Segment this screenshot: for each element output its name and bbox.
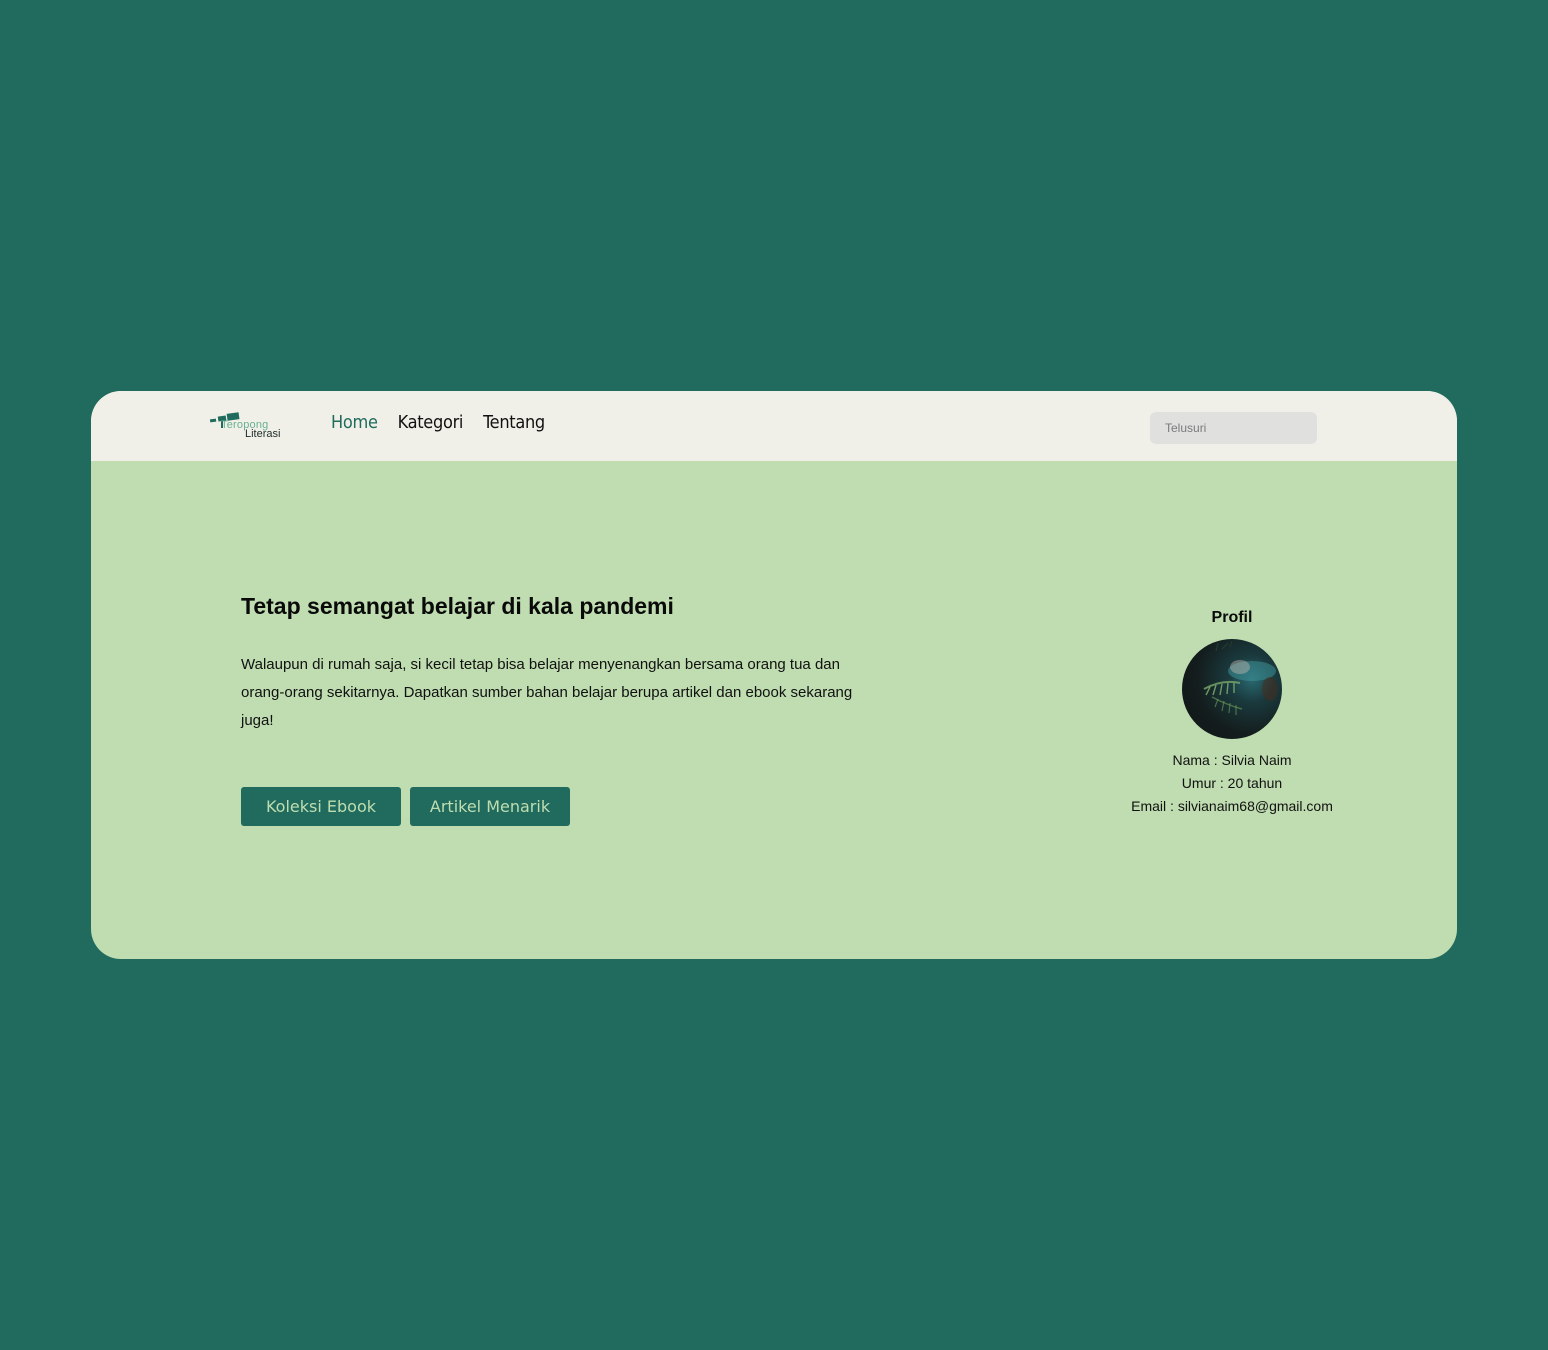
avatar <box>1182 639 1282 739</box>
artikel-menarik-button[interactable]: Artikel Menarik <box>410 787 570 826</box>
profile-title: Profil <box>1211 609 1253 626</box>
search-input[interactable] <box>1150 412 1317 444</box>
brand-logo[interactable]: Teropong Literasi <box>209 411 289 445</box>
koleksi-ebook-button[interactable]: Koleksi Ebook <box>241 787 401 826</box>
nav-home-link[interactable]: Home <box>331 412 378 433</box>
brand-line-2: Literasi <box>245 428 281 440</box>
profile-photo <box>1203 640 1278 715</box>
profile-email: Email : silvianaim68@gmail.com <box>1131 798 1333 814</box>
navbar: Teropong Literasi Home Kategori Tentang <box>91 391 1457 461</box>
profile-name: Nama : Silvia Naim <box>1172 752 1292 768</box>
profile-age: Umur : 20 tahun <box>1181 775 1283 791</box>
nav-kategori-link[interactable]: Kategori <box>398 412 464 433</box>
hero-description: Walaupun di rumah saja, si kecil tetap b… <box>241 656 853 729</box>
main-card: Teropong Literasi Home Kategori Tentang … <box>91 391 1457 959</box>
nav-menu: Home Kategori Tentang <box>331 412 545 433</box>
nav-tentang-link[interactable]: Tentang <box>483 412 545 433</box>
profile-panel: Profil Nama : Silvia Naim Umur : 20 tahu… <box>1121 609 1343 818</box>
hero-title: Tetap semangat belajar di kala pandemi <box>241 593 674 619</box>
